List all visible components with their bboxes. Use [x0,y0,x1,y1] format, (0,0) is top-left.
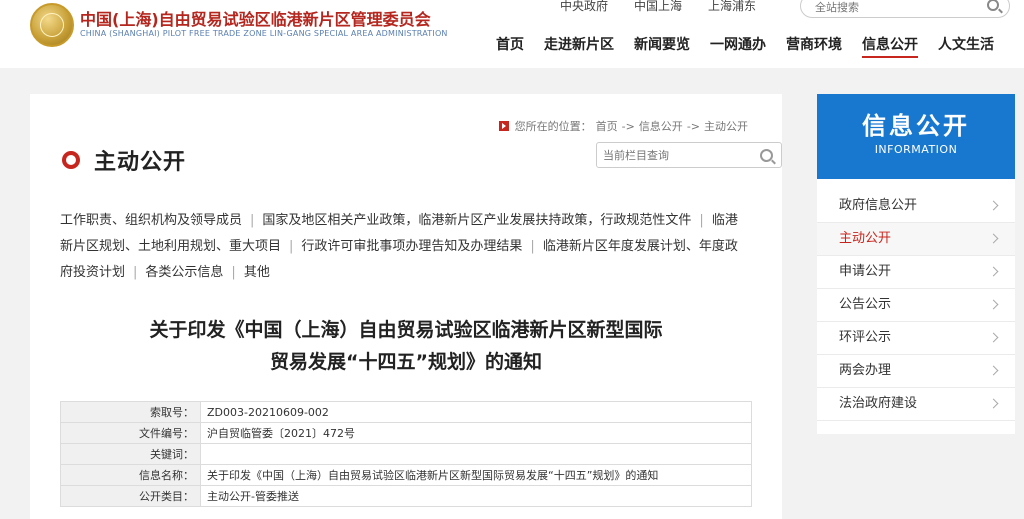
column-search-box [596,142,782,168]
table-row: 文件编号： 沪自贸临管委〔2021〕472号 [60,422,752,444]
breadcrumb-separator: -> [686,119,700,133]
site-subtitle: CHINA (SHANGHAI) PILOT FREE TRADE ZONE L… [80,29,448,38]
category-link-other[interactable]: 其他 [244,265,270,280]
chevron-right-icon [988,332,999,343]
search-icon[interactable] [987,0,999,11]
sidebar-item-announcements[interactable]: 公告公示 [817,289,1015,322]
sidebar-item-rule-of-law[interactable]: 法治政府建设 [817,388,1015,421]
site-title[interactable]: 中国(上海)自由贸易试验区临港新片区管理委员会 [80,6,431,30]
document-meta-table: 索取号： ZD003-20210609-002 文件编号： 沪自贸临管委〔202… [60,401,752,507]
chevron-right-icon [988,266,999,277]
sidebar-item-label: 公告公示 [839,297,892,312]
category-links: 工作职责、组织机构及领导成员 | 国家及地区相关产业政策，临港新片区产业发展扶持政策… [60,213,738,280]
sidebar-header: 信息公开 INFORMATION [817,94,1015,179]
page-title-text: 主动公开 [94,150,187,175]
category-link-duties[interactable]: 工作职责、组织机构及领导成员 [60,213,242,228]
site-logo-icon[interactable] [30,3,74,47]
nav-home[interactable]: 首页 [496,34,524,58]
meta-value: 主动公开-管委推送 [200,485,752,507]
document-title-line: 贸易发展“十四五”规划》的通知 [270,351,542,373]
document-title: 关于印发《中国（上海）自由贸易试验区临港新片区新型国际 贸易发展“十四五”规划》… [30,314,782,378]
sidebar-item-label: 主动公开 [839,231,892,246]
breadcrumb-home[interactable]: 首页 [596,118,618,134]
sidebar-item-label: 政府信息公开 [839,198,918,213]
meta-value: 沪自贸临管委〔2021〕472号 [200,422,752,444]
sidebar-menu: 政府信息公开 主动公开 申请公开 公告公示 环评公示 两会办理 法治政府建设 [817,190,1015,421]
nav-news[interactable]: 新闻要览 [634,34,690,58]
nav-about-area[interactable]: 走进新片区 [544,34,614,58]
table-row: 信息名称： 关于印发《中国（上海）自由贸易试验区临港新片区新型国际贸易发展“十四… [60,464,752,486]
site-search-box [800,0,1010,18]
breadcrumb: 您所在的位置： 首页 -> 信息公开 -> 主动公开 [498,118,752,134]
top-link-shanghai[interactable]: 中国上海 [634,0,682,14]
chevron-right-icon [988,200,999,211]
chevron-right-icon [988,299,999,310]
top-link-central-gov[interactable]: 中央政府 [560,0,608,14]
sidebar-item-label: 法治政府建设 [839,396,918,411]
meta-key: 索取号： [60,401,201,423]
chevron-right-icon [988,398,999,409]
nav-business-environment[interactable]: 营商环境 [786,34,842,58]
document-title-line: 关于印发《中国（上海）自由贸易试验区临港新片区新型国际 [149,319,663,341]
search-icon[interactable] [760,149,773,162]
table-row: 公开类目： 主动公开-管委推送 [60,485,752,507]
meta-key: 关键词： [60,443,201,465]
top-links: 中央政府 中国上海 上海浦东 [560,0,782,14]
sidebar-item-label: 环评公示 [839,330,892,345]
meta-value [200,443,752,465]
meta-value: ZD003-20210609-002 [200,401,752,423]
top-link-pudong[interactable]: 上海浦东 [708,0,756,14]
sidebar: 信息公开 INFORMATION 政府信息公开 主动公开 申请公开 公告公示 环… [817,94,1015,434]
breadcrumb-info-disclosure[interactable]: 信息公开 [639,118,683,134]
category-link-policies[interactable]: 国家及地区相关产业政策，临港新片区产业发展扶持政策，行政规范性文件 [262,213,691,228]
meta-key: 信息名称： [60,464,201,486]
chevron-right-icon [988,365,999,376]
circle-marker-icon [62,151,80,169]
sidebar-title: 信息公开 [862,111,970,140]
sidebar-item-gov-info[interactable]: 政府信息公开 [817,190,1015,223]
sidebar-item-active-disclosure[interactable]: 主动公开 [817,223,1015,256]
sidebar-item-label: 申请公开 [839,264,892,279]
sidebar-item-eia-notices[interactable]: 环评公示 [817,322,1015,355]
site-search-input[interactable] [815,1,965,14]
breadcrumb-prefix: 您所在的位置： [514,120,592,133]
table-row: 关键词： [60,443,752,465]
sidebar-item-two-sessions[interactable]: 两会办理 [817,355,1015,388]
page-title: 主动公开 [62,144,186,176]
location-icon [498,121,509,131]
table-row: 索取号： ZD003-20210609-002 [60,401,752,423]
meta-value: 关于印发《中国（上海）自由贸易试验区临港新片区新型国际贸易发展“十四五”规划》的… [200,464,752,486]
main-nav: 首页 走进新片区 新闻要览 一网通办 营商环境 信息公开 人文生活 [486,34,1004,58]
nav-culture-life[interactable]: 人文生活 [938,34,994,58]
nav-one-stop-service[interactable]: 一网通办 [710,34,766,58]
site-header: 中国(上海)自由贸易试验区临港新片区管理委员会 CHINA (SHANGHAI)… [0,0,1024,68]
nav-info-disclosure[interactable]: 信息公开 [862,34,918,58]
column-search-input[interactable] [603,149,743,162]
sidebar-item-apply-disclosure[interactable]: 申请公开 [817,256,1015,289]
meta-key: 文件编号： [60,422,201,444]
breadcrumb-current[interactable]: 主动公开 [704,118,748,134]
breadcrumb-separator: -> [621,119,635,133]
meta-key: 公开类目： [60,485,201,507]
chevron-right-icon [988,233,999,244]
main-panel: 您所在的位置： 首页 -> 信息公开 -> 主动公开 主动公开 工作职责、组织机… [30,94,782,519]
category-link-approvals[interactable]: 行政许可审批事项办理告知及办理结果 [301,239,522,254]
sidebar-item-label: 两会办理 [839,363,892,378]
category-link-notices[interactable]: 各类公示信息 [145,265,223,280]
sidebar-subtitle: INFORMATION [874,143,958,156]
